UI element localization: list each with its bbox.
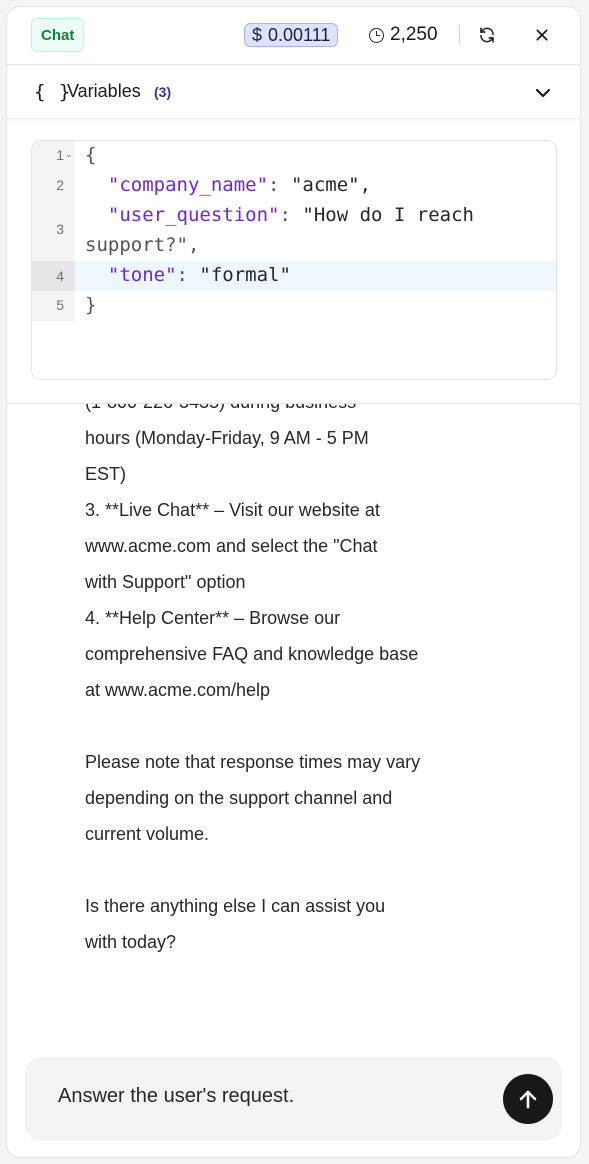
message-line: comprehensive FAQ and knowledge base: [85, 644, 419, 664]
header-divider: [459, 25, 460, 45]
code-text: }: [85, 294, 97, 316]
code-text: "user_question": "How do I reach: [107, 204, 474, 226]
clock-icon: [369, 27, 384, 43]
cost-badge: $ 0.00111: [244, 23, 339, 47]
code-line: 1 ⌄ {: [32, 141, 556, 171]
json-value: "formal": [199, 264, 291, 286]
message-line: at www.acme.com/help: [85, 680, 271, 700]
line-number: 5: [56, 297, 64, 313]
send-button[interactable]: [503, 1074, 553, 1124]
panel-header: Chat $ 0.00111 2,250: [7, 7, 580, 65]
message-line: Please note that response times may vary: [85, 752, 421, 772]
message-line: 4. **Help Center** – Browse our: [85, 608, 341, 628]
message-line: current volume.: [85, 824, 210, 844]
json-value: "acme",: [290, 174, 372, 196]
message-line: 3. **Live Chat** – Visit our website at: [85, 500, 380, 520]
message-composer[interactable]: Answer the user's request.: [25, 1057, 562, 1141]
message-line: www.acme.com and select the "Chat: [85, 536, 378, 556]
line-number: 4: [32, 261, 75, 291]
line-number: 3: [56, 221, 64, 237]
composer-input[interactable]: Answer the user's request.: [58, 1085, 294, 1108]
token-value: 2,250: [390, 24, 438, 45]
variables-label: Variables: [67, 81, 141, 101]
code-text: "tone": "formal": [107, 264, 291, 286]
message-line: hours (Monday-Friday, 9 AM - 5 PM: [85, 428, 369, 448]
dollar-icon: $: [252, 24, 263, 45]
json-value: "How do I reach: [302, 204, 474, 226]
message-line: Is there anything else I can assist you: [85, 896, 386, 916]
close-icon: [536, 29, 548, 41]
refresh-button[interactable]: [474, 22, 500, 48]
message-line: depending on the support channel and: [85, 788, 393, 808]
message-line: EST): [85, 464, 127, 484]
message-line: (1-800-226-3435) during business: [85, 404, 465, 420]
close-button[interactable]: [529, 22, 555, 48]
json-value-wrap: support?",: [85, 234, 200, 256]
refresh-icon: [480, 27, 494, 43]
message-line: with Support" option: [85, 572, 246, 592]
json-key: "company_name": [107, 174, 269, 196]
fold-chevron-icon[interactable]: ⌄: [65, 150, 73, 160]
code-line: 5 }: [32, 291, 556, 321]
line-number: 2: [56, 177, 64, 193]
variables-toggle[interactable]: { } Variables (3): [7, 65, 580, 119]
json-key: "tone": [107, 264, 177, 286]
cost-value: 0.00111: [268, 24, 331, 45]
line-number: 1: [56, 147, 64, 163]
code-line-active: 4 "tone": "formal": [32, 261, 556, 291]
chevron-down-icon[interactable]: [531, 81, 555, 105]
mode-badge: Chat: [31, 18, 85, 52]
chat-panel: Chat $ 0.00111 2,250 { } Variables (3) 1…: [6, 6, 581, 1158]
message-line: with today?: [85, 932, 177, 952]
code-text: "company_name": "acme",: [107, 174, 372, 196]
assistant-message: (1-800-226-3435) during business hours (…: [85, 404, 465, 1044]
variables-json-editor[interactable]: 1 ⌄ { 2 "company_name": "acme", 3 "user_…: [31, 140, 557, 380]
variables-count: (3): [154, 84, 172, 100]
braces-icon: { }: [34, 81, 72, 103]
arrow-up-icon: [519, 1090, 537, 1109]
code-line: 3 "user_question": "How do I reach suppo…: [32, 201, 556, 261]
code-line: 2 "company_name": "acme",: [32, 171, 556, 201]
json-key: "user_question": [107, 204, 280, 226]
code-text: {: [85, 144, 97, 166]
token-count: 2,250: [369, 23, 438, 47]
